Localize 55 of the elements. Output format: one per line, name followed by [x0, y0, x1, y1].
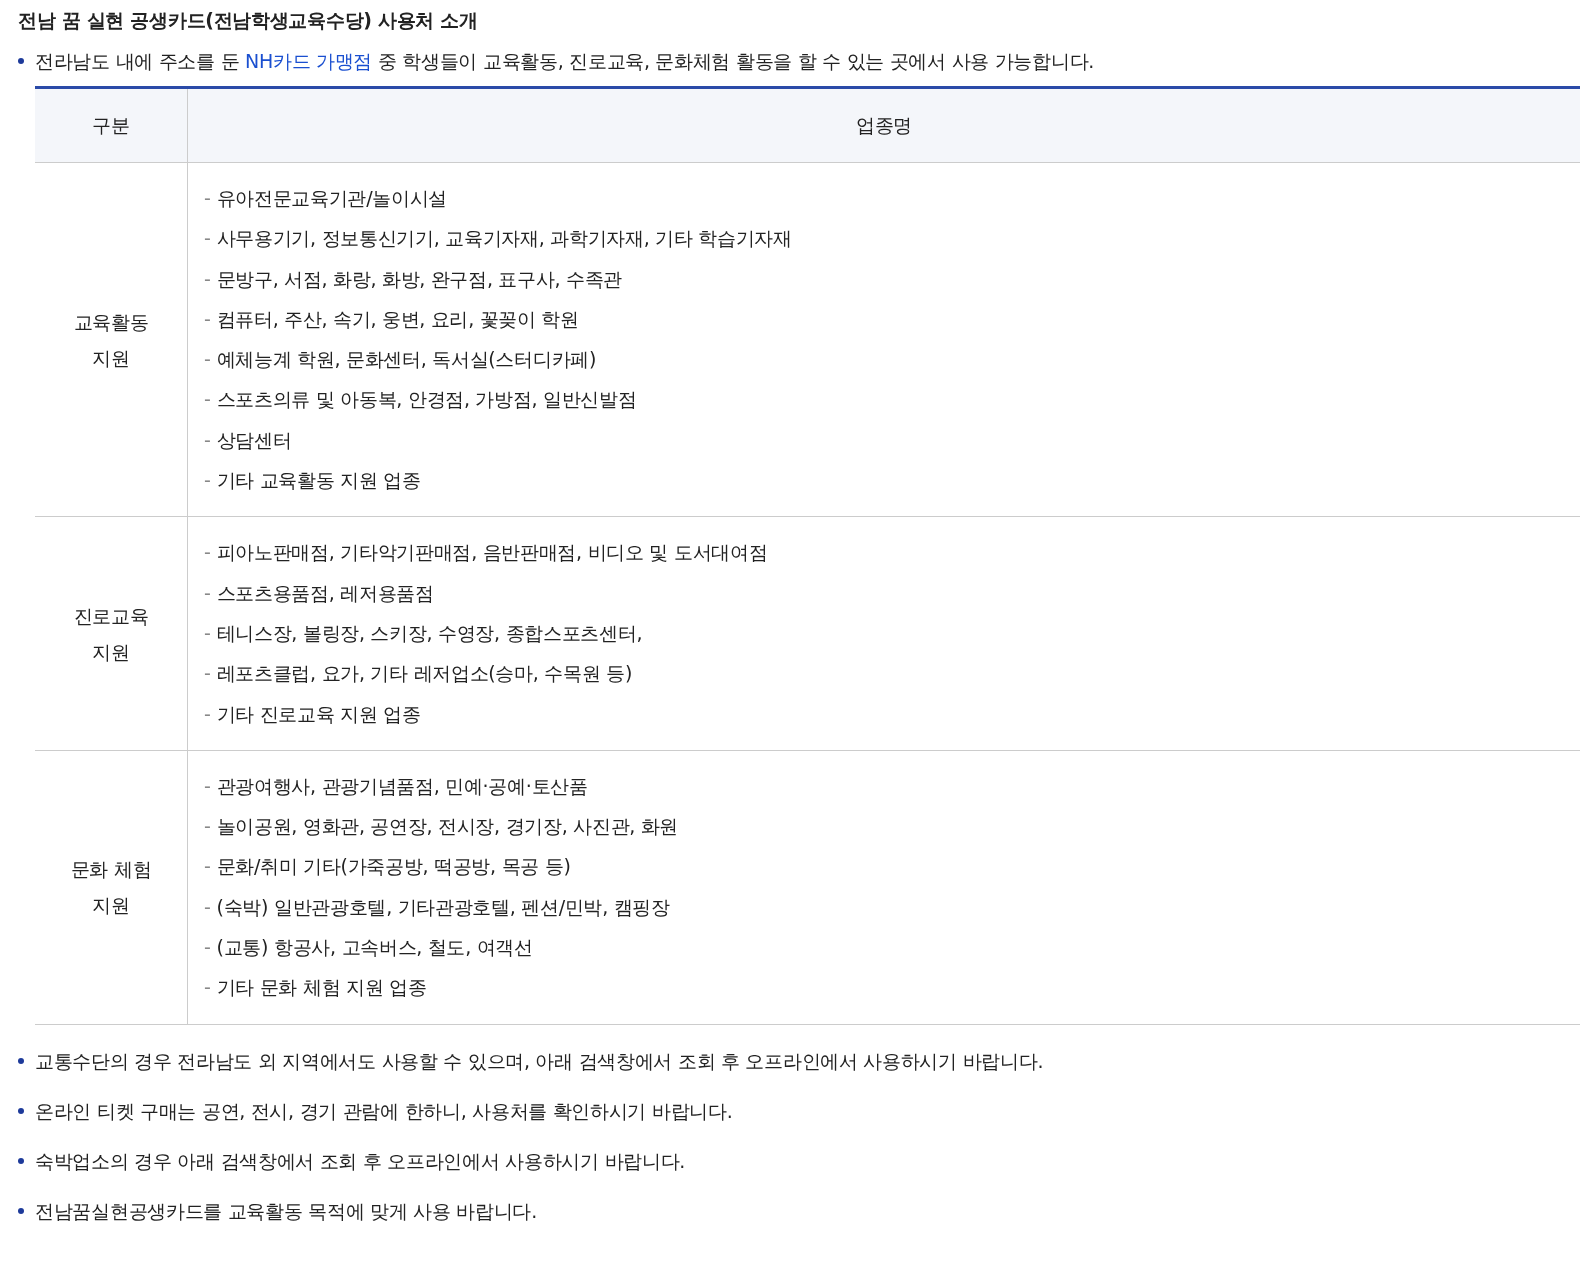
bullet-icon: [18, 1207, 24, 1214]
business-type: 문방구, 서점, 화랑, 화방, 완구점, 표구사, 수족관: [216, 267, 623, 290]
dash-marker: -: [204, 541, 211, 564]
note-text: 전남꿈실현공생카드를 교육활동 목적에 맞게 사용 바랍니다.: [35, 1198, 537, 1224]
category-cell-text: 교육활동 지원: [73, 309, 149, 371]
dash-marker: -: [204, 348, 211, 371]
business-type: 기타 진로교육 지원 업종: [216, 702, 421, 725]
note-text: 교통수단의 경우 전라남도 외 지역에서도 사용할 수 있으며, 아래 검색창에서 조회 후 오프라인에서 사용하시기 바랍니다.: [35, 1048, 1044, 1074]
business-type: (숙박) 일반관광호텔, 기타관광호텔, 펜션/민박, 캠핑장: [216, 895, 670, 918]
note-text: 온라인 티켓 구매는 공연, 전시, 경기 관람에 한하니, 사용처를 확인하시기 바랍니다.: [35, 1098, 733, 1124]
bullet-icon: [18, 58, 24, 64]
dash-marker: -: [204, 187, 211, 209]
business-type: 기타 문화 체험 지원 업종: [216, 976, 427, 999]
business-type: (교통) 항공사, 고속버스, 철도, 여객선: [216, 936, 533, 959]
category-cell-text: 진로교육 지원: [73, 603, 149, 665]
category-cell-text: 문화 체험 지원: [70, 857, 152, 919]
business-type: 피아노판매점, 기타악기판매점, 음반판매점, 비디오 및 도서대여점: [216, 541, 768, 564]
dash-marker: -: [204, 428, 211, 451]
dash-marker: -: [204, 976, 211, 999]
dash-marker: -: [204, 895, 211, 918]
business-type: 관광여행사, 관광기념품점, 민예·공예·토산품: [216, 774, 588, 797]
dash-marker: -: [204, 936, 211, 959]
business-type: 스포츠용품점, 레저용품점: [216, 581, 434, 604]
business-type: 예체능계 학원, 문화센터, 독서실(스터디카페): [216, 348, 597, 371]
note-text: 숙박업소의 경우 아래 검색창에서 조회 후 오프라인에서 사용하시기 바랍니다.: [35, 1148, 686, 1174]
dash-marker: -: [204, 774, 211, 797]
dash-marker: -: [204, 581, 211, 604]
dash-marker: -: [204, 388, 211, 411]
business-type: 유아전문교육기관/놀이시설: [216, 187, 448, 209]
column-header: 업종명: [854, 112, 914, 138]
dash-marker: -: [204, 855, 211, 878]
business-type: 테니스장, 볼링장, 스키장, 수영장, 종합스포츠센터,: [216, 621, 643, 644]
dash-marker: -: [204, 307, 211, 330]
business-type: 기타 교육활동 지원 업종: [216, 469, 421, 492]
dash-marker: -: [204, 469, 211, 492]
dash-marker: -: [204, 621, 211, 644]
dash-marker: -: [204, 267, 211, 290]
business-type: 컴퓨터, 주산, 속기, 웅변, 요리, 꽃꽂이 학원: [216, 307, 579, 330]
bullet-icon: [18, 1057, 24, 1064]
dash-marker: -: [204, 815, 211, 838]
dash-marker: -: [204, 702, 211, 725]
dash-marker: -: [204, 227, 211, 250]
business-type: 문화/취미 기타(가죽공방, 떡공방, 목공 등): [216, 855, 571, 878]
business-type: 놀이공원, 영화관, 공연장, 전시장, 경기장, 사진관, 화원: [216, 815, 679, 838]
business-type: 스포츠의류 및 아동복, 안경점, 가방점, 일반신발점: [216, 388, 637, 411]
section-title: 전남 꿈 실현 공생카드(전남학생교육수당) 사용처 소개: [18, 8, 479, 33]
card-store-link[interactable]: NH카드 가맹점: [244, 50, 373, 72]
business-type: 사무용기기, 정보통신기기, 교육기자재, 과학기자재, 기타 학습기자재: [216, 227, 792, 250]
business-type: 상담센터: [216, 428, 292, 451]
dash-marker: -: [204, 662, 211, 685]
business-type: 레포츠클럽, 요가, 기타 레저업소(승마, 수목원 등): [216, 662, 632, 685]
bullet-icon: [18, 1107, 24, 1114]
bullet-icon: [18, 1157, 24, 1164]
column-header: 구분: [35, 89, 188, 162]
intro-text: 전라남도 내에 주소를 둔 NH카드 가맹점 중 학생들이 교육활동, 진로교육, 문화체험 활동을 할 수 있는 곳에서 사용 가능합니다.: [35, 49, 1094, 74]
